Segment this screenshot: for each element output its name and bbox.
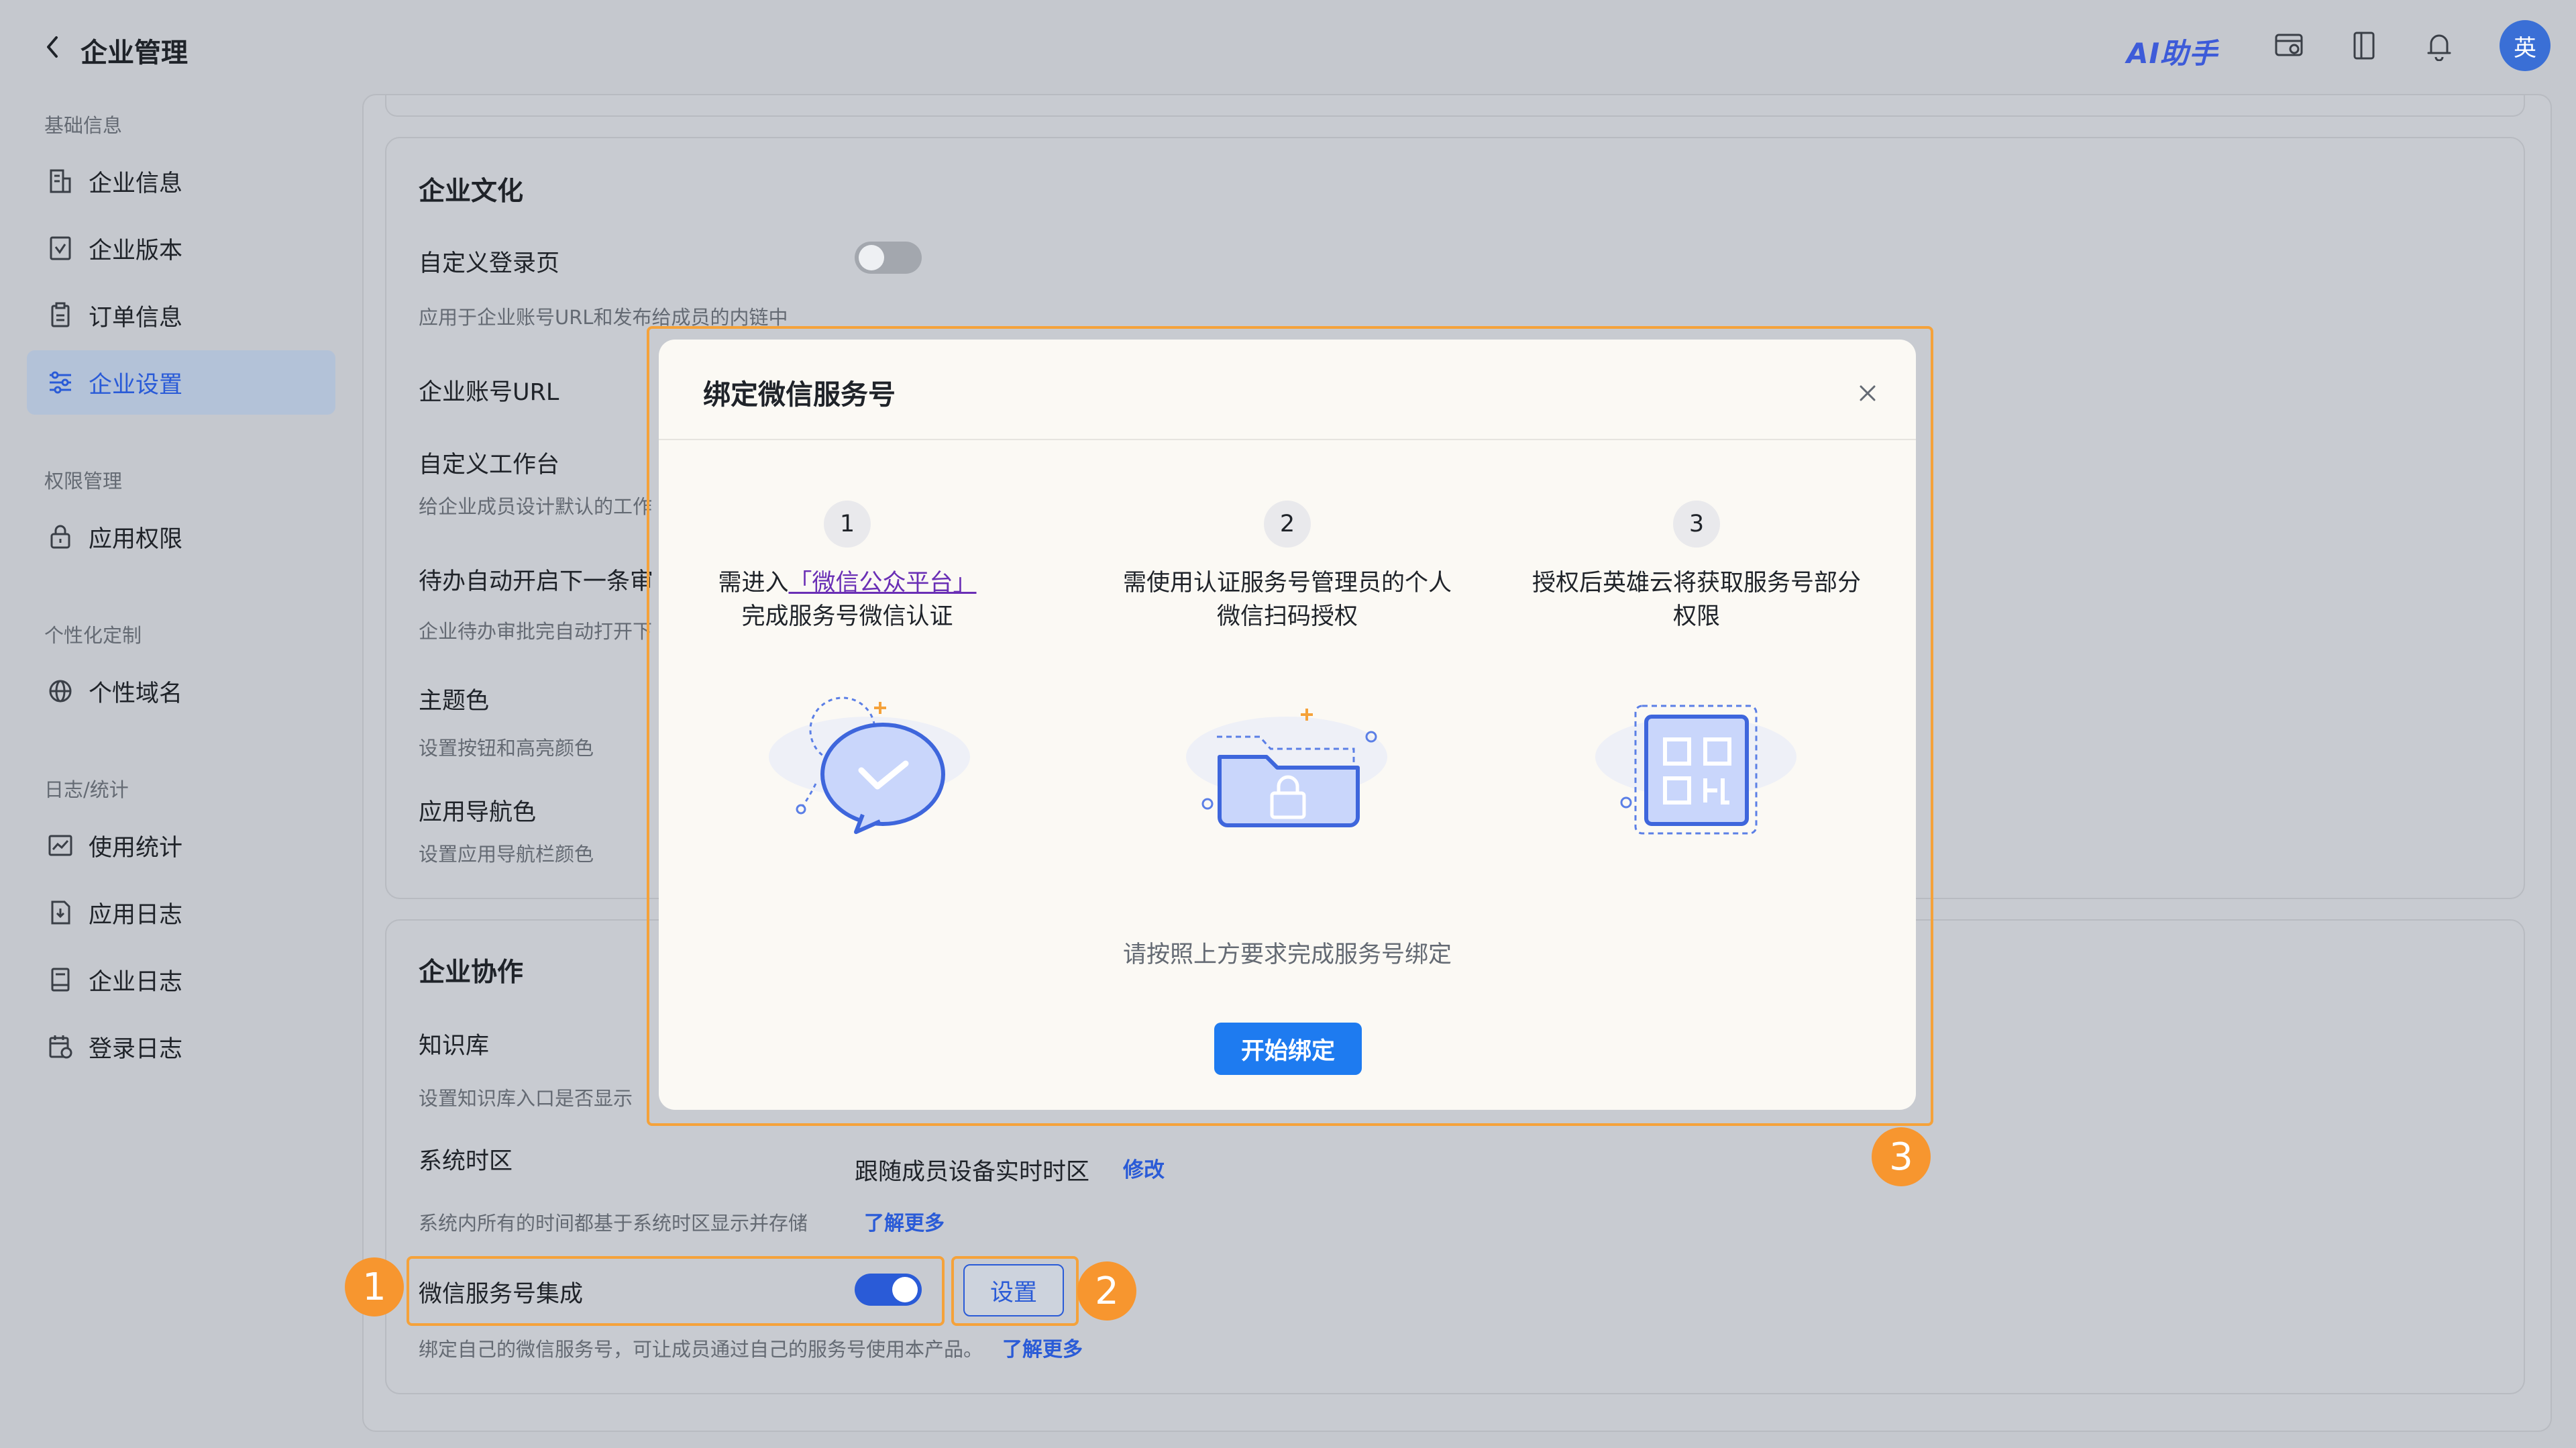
annotation-badge-2: 2: [1077, 1261, 1136, 1321]
culture-title: 企业文化: [419, 176, 524, 207]
modal-hint: 请按照上方要求完成服务号绑定: [1122, 941, 1452, 968]
wechat-integration-toggle[interactable]: [855, 1274, 922, 1306]
sidebar-group-custom: 个性化定制: [44, 624, 142, 647]
sidebar-group-basic: 基础信息: [44, 114, 123, 137]
page-title: 企业管理: [80, 38, 188, 68]
timezone-edit-link[interactable]: 修改: [1123, 1153, 1165, 1183]
navcolor-desc: 设置应用导航栏颜色: [419, 843, 594, 866]
avatar[interactable]: 英: [2500, 20, 2551, 71]
step-text: 需进入「微信公众平台」完成服务号微信认证: [643, 566, 1052, 633]
lock-icon: [44, 521, 76, 553]
workbench-label: 自定义工作台: [419, 452, 560, 478]
app-log-icon: [44, 896, 76, 929]
bind-wechat-modal: 绑定微信服务号 1 需进入「微信公众平台」完成服务号微信认证 2 需使用认证服务…: [659, 340, 1916, 1110]
wechat-learn-more-link[interactable]: 了解更多: [1002, 1333, 1083, 1362]
book-icon: [44, 964, 76, 996]
close-icon[interactable]: [1854, 380, 1881, 407]
step-text: 需使用认证服务号管理员的个人微信扫码授权: [1123, 570, 1452, 630]
step-1: 1 需进入「微信公众平台」完成服务号微信认证: [643, 501, 1052, 633]
collab-title: 企业协作: [419, 958, 524, 988]
building-icon: [44, 165, 76, 197]
workbench-desc: 给企业成员设计默认的工作: [419, 495, 653, 518]
folder-lock-illustration-icon: [1173, 663, 1401, 851]
sidebar-item-label: 订单信息: [89, 304, 183, 331]
version-icon: [44, 232, 76, 264]
back-chevron-icon[interactable]: [40, 32, 64, 62]
step-number: 1: [824, 501, 871, 548]
ai-assistant-button[interactable]: AI助手: [2127, 31, 2218, 72]
step-text: 授权后英雄云将获取服务号部分权限: [1532, 570, 1862, 630]
navcolor-label: 应用导航色: [419, 799, 537, 826]
todo-desc: 企业待办审批完自动打开下: [419, 620, 653, 643]
chart-icon: [44, 829, 76, 862]
sidebar-item-company-settings[interactable]: 企业设置: [27, 350, 335, 415]
globe-icon: [44, 675, 76, 707]
wechat-desc: 绑定自己的微信服务号，可让成员通过自己的服务号使用本产品。: [419, 1338, 983, 1361]
step-text-post: 完成服务号微信认证: [741, 603, 953, 630]
modal-divider: [659, 439, 1916, 440]
sidebar-item-custom-domain[interactable]: 个性域名: [27, 659, 335, 723]
sidebar-item-login-log[interactable]: 登录日志: [27, 1015, 335, 1079]
wechat-integration-label: 微信服务号集成: [419, 1281, 584, 1308]
sidebar-item-company-log[interactable]: 企业日志: [27, 947, 335, 1012]
book-icon[interactable]: [2345, 27, 2383, 64]
sidebar-item-label: 企业日志: [89, 968, 183, 996]
sidebar-item-company-info[interactable]: 企业信息: [27, 149, 335, 213]
order-icon: [44, 299, 76, 331]
custom-login-toggle[interactable]: [855, 242, 922, 274]
qr-code-illustration-icon: [1582, 663, 1810, 851]
step-3: 3 授权后英雄云将获取服务号部分权限: [1492, 501, 1901, 633]
sidebar-item-app-permission[interactable]: 应用权限: [27, 505, 335, 569]
sidebar-item-label: 个性域名: [89, 680, 183, 707]
knowledge-base-desc: 设置知识库入口是否显示: [419, 1087, 633, 1110]
timezone-desc: 系统内所有的时间都基于系统时区显示并存储: [419, 1212, 808, 1235]
start-binding-button[interactable]: 开始绑定: [1214, 1023, 1362, 1075]
sidebar-item-label: 企业版本: [89, 237, 183, 264]
annotation-badge-3: 3: [1872, 1127, 1931, 1186]
step-number: 2: [1264, 501, 1311, 548]
chat-check-illustration-icon: [755, 663, 983, 851]
step-text-pre: 需进入: [718, 570, 789, 597]
timezone-label: 系统时区: [419, 1148, 513, 1175]
custom-login-label: 自定义登录页: [419, 250, 560, 277]
previous-card-edge: [385, 94, 2525, 117]
step-2: 2 需使用认证服务号管理员的个人微信扫码授权: [1083, 501, 1492, 633]
calendar-log-icon: [44, 1031, 76, 1063]
sidebar-group-logs: 日志/统计: [44, 778, 129, 801]
sidebar-item-label: 应用权限: [89, 525, 183, 553]
sidebar-item-label: 应用日志: [89, 901, 183, 929]
toggle-knob: [892, 1277, 918, 1302]
annotation-badge-1: 1: [345, 1257, 404, 1316]
sidebar-item-app-log[interactable]: 应用日志: [27, 880, 335, 945]
sidebar-item-usage-stats[interactable]: 使用统计: [27, 813, 335, 878]
sidebar-item-label: 企业信息: [89, 170, 183, 197]
account-url-label: 企业账号URL: [419, 379, 559, 406]
sidebar-item-label: 企业设置: [89, 371, 183, 399]
sidebar-item-order-info[interactable]: 订单信息: [27, 283, 335, 348]
modal-title: 绑定微信服务号: [703, 378, 896, 411]
sidebar-item-label: 使用统计: [89, 834, 183, 862]
toggle-knob: [859, 245, 884, 270]
app-store-icon[interactable]: [2270, 27, 2308, 64]
theme-label: 主题色: [419, 688, 490, 715]
wechat-platform-link[interactable]: 「微信公众平台」: [789, 570, 977, 597]
sidebar-group-permission: 权限管理: [44, 470, 123, 493]
timezone-learn-more-link[interactable]: 了解更多: [864, 1206, 945, 1236]
bell-icon[interactable]: [2420, 27, 2458, 64]
knowledge-base-label: 知识库: [419, 1033, 490, 1059]
step-number: 3: [1673, 501, 1720, 548]
todo-label: 待办自动开启下一条审: [419, 568, 654, 595]
settings-sliders-icon: [44, 366, 76, 399]
wechat-settings-button[interactable]: 设置: [963, 1264, 1064, 1316]
theme-desc: 设置按钮和高亮颜色: [419, 737, 594, 760]
sidebar-item-company-version[interactable]: 企业版本: [27, 216, 335, 280]
timezone-value: 跟随成员设备实时时区: [855, 1159, 1090, 1186]
sidebar-item-label: 登录日志: [89, 1035, 183, 1063]
